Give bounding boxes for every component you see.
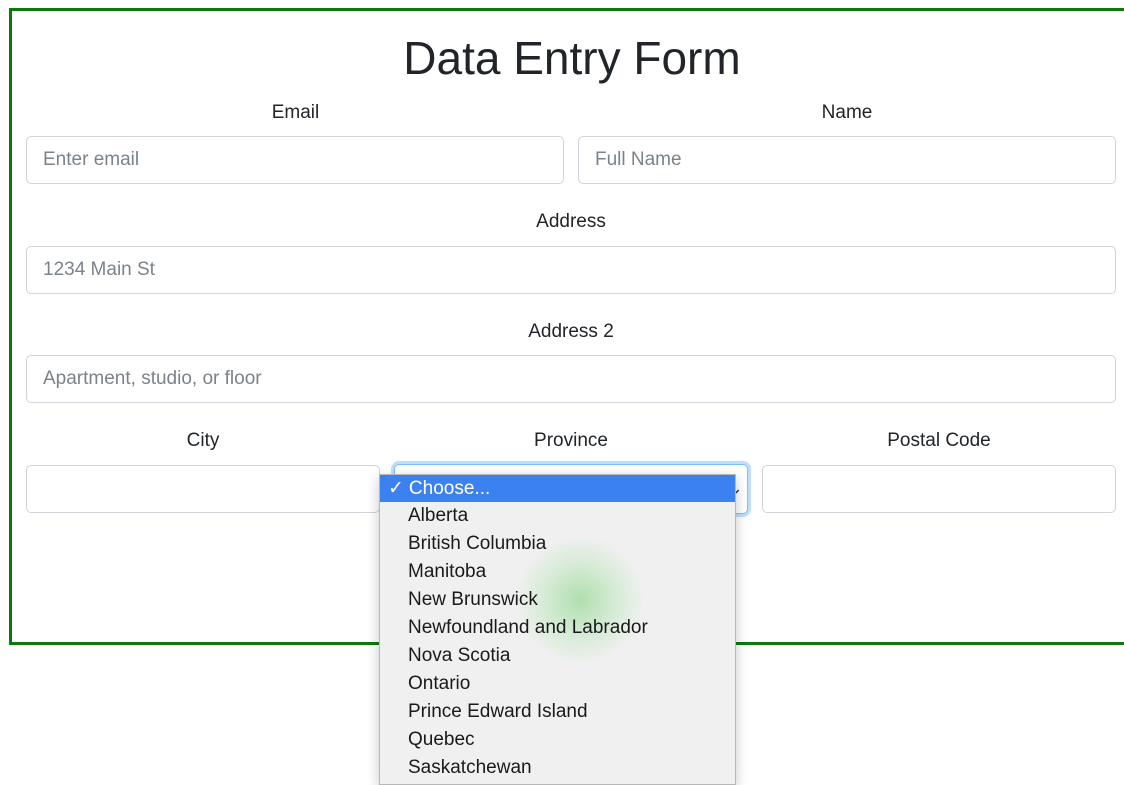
postal-code-field[interactable] <box>762 465 1116 513</box>
page: Data Entry Form Email Name Address Addre… <box>0 0 1124 785</box>
email-label: Email <box>271 102 320 123</box>
address2-label: Address 2 <box>528 321 614 342</box>
province-option[interactable]: Manitoba <box>380 558 735 586</box>
province-dropdown-list[interactable]: ✓ Choose... Alberta British Columbia Mani… <box>379 474 736 785</box>
address-label: Address <box>536 211 606 232</box>
city-field[interactable] <box>26 465 380 513</box>
address2-field[interactable] <box>26 355 1116 403</box>
province-option[interactable]: Alberta <box>380 502 735 530</box>
address-field[interactable] <box>26 246 1116 294</box>
province-option[interactable]: Quebec <box>380 726 735 754</box>
province-option[interactable]: Prince Edward Island <box>380 698 735 726</box>
province-option[interactable]: Newfoundland and Labrador <box>380 614 735 642</box>
city-label: City <box>186 430 220 451</box>
province-option[interactable]: British Columbia <box>380 530 735 558</box>
province-option[interactable]: Nova Scotia <box>380 642 735 670</box>
email-field[interactable] <box>26 136 564 184</box>
province-option[interactable]: New Brunswick <box>380 586 735 614</box>
province-option-choose[interactable]: ✓ Choose... <box>380 475 735 502</box>
page-title: Data Entry Form <box>403 32 741 84</box>
province-option[interactable]: Ontario <box>380 670 735 698</box>
province-option[interactable]: Saskatchewan <box>380 754 735 782</box>
name-label: Name <box>821 102 873 123</box>
name-field[interactable] <box>578 136 1116 184</box>
province-label: Province <box>534 430 608 451</box>
postal-code-label: Postal Code <box>887 430 991 451</box>
checkmark-icon: ✓ <box>388 478 404 499</box>
